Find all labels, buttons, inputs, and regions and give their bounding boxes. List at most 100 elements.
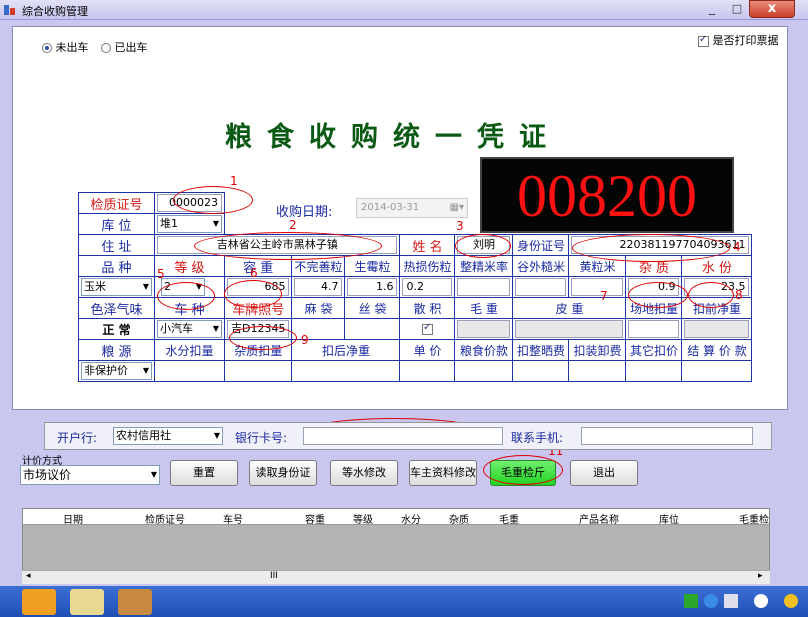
scroll-left-icon[interactable]: ◂ xyxy=(26,571,31,581)
gunny-label: 麻 袋 xyxy=(291,297,346,319)
tare-cell xyxy=(512,318,627,340)
reset-button[interactable]: 重置 xyxy=(170,460,238,486)
variety-select[interactable]: 玉米 ▼ xyxy=(81,278,152,296)
pre-net-cell xyxy=(681,318,753,340)
cert-no-label: 检质证号 xyxy=(78,192,155,214)
annotation-number: 7 xyxy=(600,289,608,303)
sprout-field[interactable]: 1.6 xyxy=(347,278,398,296)
annotation-number: 8 xyxy=(735,288,743,302)
radio-label: 已出车 xyxy=(114,41,148,54)
address-label: 住 址 xyxy=(78,234,155,256)
read-id-button[interactable]: 读取身份证 xyxy=(249,460,317,486)
taskbar-app-icon[interactable] xyxy=(22,589,56,615)
pricing-select[interactable]: 市场议价 ▼ xyxy=(20,465,160,485)
id-label: 身份证号 xyxy=(512,234,570,256)
color-label: 色泽气味 xyxy=(78,297,155,319)
grain-price-cell xyxy=(454,360,514,382)
chevron-down-icon: ▼ xyxy=(150,470,157,479)
card-input[interactable] xyxy=(303,427,503,445)
water-deduct-cell xyxy=(154,360,225,382)
tray-network-icon[interactable] xyxy=(724,594,738,608)
exit-button[interactable]: 退出 xyxy=(570,460,638,486)
yellow-field[interactable] xyxy=(571,278,624,296)
annotation-oval xyxy=(483,455,563,485)
annotation-oval xyxy=(229,326,297,350)
vehicle-edit-button[interactable]: 车主资料修改 xyxy=(409,460,477,486)
radio-label: 未出车 xyxy=(55,41,89,54)
gross-field[interactable] xyxy=(457,320,511,338)
variety-cell: 玉米 ▼ xyxy=(78,276,155,298)
taskbar-folder-icon[interactable] xyxy=(70,589,104,615)
silk-cell xyxy=(344,318,401,340)
bank-info-bar: 开户行: 农村信用社 ▼ 银行卡号: 联系手机: xyxy=(44,422,772,450)
annotation-oval xyxy=(224,280,282,308)
bank-value: 农村信用社 xyxy=(116,429,171,442)
variety-value: 玉米 xyxy=(84,280,106,293)
tray-s-icon[interactable] xyxy=(684,594,698,608)
tray-help-icon[interactable] xyxy=(704,594,718,608)
site-field[interactable] xyxy=(628,320,680,338)
water-deduct-label: 水分扣量 xyxy=(154,339,225,361)
name-label: 姓 名 xyxy=(399,234,456,256)
other-cell xyxy=(625,360,683,382)
grid-col-moisture: 水分 xyxy=(401,515,421,526)
unit-price-label: 单 价 xyxy=(399,339,456,361)
husk-field[interactable] xyxy=(515,278,567,296)
bank-select[interactable]: 农村信用社 ▼ xyxy=(113,427,223,445)
grid-col-plate: 车号 xyxy=(223,515,243,526)
grid-header: 日期 检质证号 车号 容重 等级 水分 杂质 毛重 产品名称 库位 毛重检 xyxy=(23,509,769,526)
source-value: 非保护价 xyxy=(84,364,128,377)
bulk-label: 散 积 xyxy=(399,297,456,319)
tray-volume-icon[interactable] xyxy=(754,594,768,608)
annotation-number: 1 xyxy=(230,174,238,188)
gross-cell xyxy=(454,318,514,340)
heat-label: 热损伤粒 xyxy=(399,255,456,277)
source-select[interactable]: 非保护价 ▼ xyxy=(81,362,152,380)
chevron-down-icon: ▼ xyxy=(212,324,219,333)
minimize-button[interactable]: _ xyxy=(700,0,724,18)
chevron-down-icon: ▼ xyxy=(212,219,219,228)
settle-label: 结 算 价 款 xyxy=(681,339,753,361)
tare-field[interactable] xyxy=(515,320,624,338)
radio-shipped[interactable]: 已出车 xyxy=(101,39,148,55)
car-type-value: 小汽车 xyxy=(160,322,193,335)
print-receipt-checkbox[interactable]: 是否打印票据 xyxy=(698,32,779,48)
scroll-thumb[interactable]: III xyxy=(270,571,278,581)
husk-label: 谷外糙米 xyxy=(512,255,570,277)
annotation-number: 9 xyxy=(301,333,309,347)
radio-dot-icon xyxy=(42,43,52,53)
warehouse-select[interactable]: 堆1 ▼ xyxy=(157,215,222,233)
tray-ime-icon[interactable] xyxy=(784,594,798,608)
post-net-cell xyxy=(291,360,401,382)
heat-field[interactable]: 0.2 xyxy=(402,278,453,296)
source-cell: 非保护价 ▼ xyxy=(78,360,155,382)
car-type-select[interactable]: 小汽车 ▼ xyxy=(157,320,222,338)
horizontal-scrollbar[interactable]: ◂ III ▸ xyxy=(22,570,770,584)
radio-not-shipped[interactable]: 未出车 xyxy=(42,39,89,55)
close-button[interactable]: x xyxy=(749,0,795,18)
pricing-value: 市场议价 xyxy=(23,468,72,482)
bulk-checkbox[interactable] xyxy=(421,322,433,335)
annotation-number: 6 xyxy=(250,266,258,280)
imperfect-field[interactable]: 4.7 xyxy=(294,278,343,296)
grade-edit-button[interactable]: 等水修改 xyxy=(330,460,398,486)
taskbar-program-icon[interactable] xyxy=(118,589,152,615)
grain-price-label: 粮食价款 xyxy=(454,339,514,361)
load-fee-cell xyxy=(568,360,627,382)
maximize-button[interactable]: □ xyxy=(725,0,749,18)
car-type-cell: 小汽车 ▼ xyxy=(154,318,225,340)
grid-col-location: 库位 xyxy=(659,515,679,526)
phone-input[interactable] xyxy=(581,427,753,445)
scroll-right-icon[interactable]: ▸ xyxy=(758,571,763,581)
dry-fee-cell xyxy=(512,360,570,382)
other-label: 其它扣价 xyxy=(625,339,683,361)
gross-label: 毛 重 xyxy=(454,297,514,319)
polish-field[interactable] xyxy=(457,278,511,296)
bank-label: 开户行: xyxy=(57,431,98,445)
chevron-down-icon: ▼ xyxy=(142,282,149,291)
pre-net-field[interactable] xyxy=(684,320,750,338)
color-value: 正 常 xyxy=(78,318,155,340)
grid-col-density: 容重 xyxy=(305,515,325,526)
checkbox-label: 是否打印票据 xyxy=(712,34,779,47)
grid-col-product: 产品名称 xyxy=(579,515,619,526)
